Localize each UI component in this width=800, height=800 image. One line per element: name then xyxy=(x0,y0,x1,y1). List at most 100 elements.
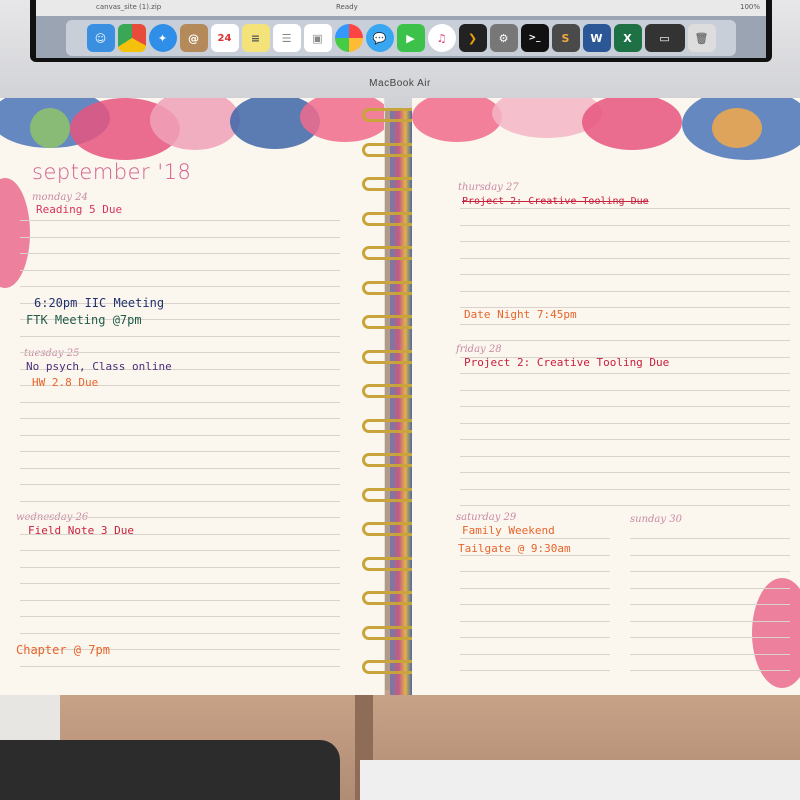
status-text: Ready xyxy=(336,3,358,11)
calendar-date: 24 xyxy=(217,32,232,44)
ruled-line xyxy=(630,620,790,622)
ruled-line xyxy=(460,274,790,275)
chrome-icon[interactable] xyxy=(117,24,146,52)
ruled-line xyxy=(460,290,790,292)
day-heading-thursday: thursday 27 xyxy=(458,182,519,193)
dock: ☺ ✦ @ 24 ≡ ☰ ▣ 💬 ▶ ♫ ❯ ⚙ >_ S W X ▭ 🗑 xyxy=(66,20,736,56)
ruled-line xyxy=(460,637,610,638)
ruled-line xyxy=(20,484,340,485)
ruled-line xyxy=(20,583,340,584)
facetime-icon[interactable]: ▶ xyxy=(396,24,425,52)
ruled-line xyxy=(20,352,340,353)
itunes-icon[interactable]: ♫ xyxy=(427,24,456,52)
reminders-icon[interactable]: ☰ xyxy=(272,24,301,52)
ruled-line xyxy=(20,632,340,634)
contacts-icon[interactable]: @ xyxy=(179,24,208,52)
note-iic-meeting: 6:20pm IIC Meeting xyxy=(34,296,165,310)
note-date-night: Date Night 7:45pm xyxy=(464,308,577,321)
macbook-label: MacBook Air xyxy=(369,78,431,89)
ruled-line xyxy=(630,587,790,589)
ruled-line xyxy=(460,571,610,572)
ruled-line xyxy=(460,538,610,539)
ruled-line xyxy=(630,653,790,655)
ruled-line xyxy=(630,554,790,556)
word-icon[interactable]: W xyxy=(582,24,611,52)
ruled-line xyxy=(630,571,790,572)
note-field-note: Field Note 3 Due xyxy=(28,524,134,537)
day-heading-sunday: sunday 30 xyxy=(630,514,682,525)
ruled-line xyxy=(20,550,340,551)
ruled-line xyxy=(460,373,790,374)
ruled-line xyxy=(460,620,610,622)
ruled-line xyxy=(460,587,610,589)
menu-strip: canvas_site (1).zip Ready 100% xyxy=(36,0,766,16)
ruled-line xyxy=(20,253,340,254)
messages-icon[interactable]: 💬 xyxy=(365,24,394,52)
finder-icon[interactable]: ☺ xyxy=(86,24,115,52)
ruled-line xyxy=(20,517,340,518)
ruled-line xyxy=(460,439,790,440)
ruled-line xyxy=(630,604,790,605)
ruled-line xyxy=(20,401,340,403)
plex-icon[interactable]: ❯ xyxy=(458,24,487,52)
planner-left-page: september '18 monday 24 tuesday 25 wedne… xyxy=(0,98,385,695)
photos-preview-icon[interactable]: ▣ xyxy=(303,24,332,52)
ruled-line xyxy=(460,406,790,407)
ruled-line xyxy=(630,538,790,539)
ruled-line xyxy=(20,269,340,271)
ruled-line xyxy=(460,670,610,671)
planner-spine xyxy=(390,110,412,695)
ruled-line xyxy=(460,340,790,341)
note-project-due: Project 2: Creative Tooling Due xyxy=(464,356,670,369)
ruled-line xyxy=(20,220,340,221)
ruled-line xyxy=(460,505,790,506)
zoom-level[interactable]: 100% xyxy=(740,3,760,11)
ruled-line xyxy=(460,208,790,209)
note-chapter: Chapter @ 7pm xyxy=(16,643,110,657)
photos-icon[interactable] xyxy=(334,24,363,52)
calendar-icon[interactable]: 24 xyxy=(210,24,239,52)
ruled-line xyxy=(460,241,790,242)
ruled-line xyxy=(20,451,340,452)
ruled-line xyxy=(20,236,340,238)
laptop-screen: canvas_site (1).zip Ready 100% ☺ ✦ @ 24 … xyxy=(30,0,772,62)
ruled-line xyxy=(20,467,340,469)
desktop: canvas_site (1).zip Ready 100% ☺ ✦ @ 24 … xyxy=(36,0,766,58)
note-family-weekend: Family Weekend xyxy=(462,524,555,537)
ruled-line xyxy=(20,434,340,436)
month-title: september '18 xyxy=(32,160,192,184)
note-crossed-out: Project 2: Creative Tooling Due xyxy=(462,196,649,207)
planner-right-page: thursday 27 friday 28 saturday 29 sunday… xyxy=(412,98,800,695)
dark-fabric xyxy=(0,740,340,800)
floral-side-left xyxy=(0,178,30,288)
ruled-line xyxy=(460,389,790,391)
system-preferences-icon[interactable]: ⚙ xyxy=(489,24,518,52)
ruled-line xyxy=(460,653,610,655)
ruled-line xyxy=(20,616,340,617)
sublime-icon[interactable]: S xyxy=(551,24,580,52)
ruled-line xyxy=(460,488,790,490)
ruled-line xyxy=(20,566,340,568)
terminal-icon[interactable]: >_ xyxy=(520,24,549,52)
day-heading-monday: monday 24 xyxy=(32,192,88,203)
ruled-line xyxy=(460,455,790,457)
ruled-line xyxy=(460,604,610,605)
note-tailgate: Tailgate @ 9:30am xyxy=(458,542,571,555)
note-ftk-meeting: FTK Meeting @7pm xyxy=(26,313,142,327)
ruled-line xyxy=(630,637,790,638)
ruled-line xyxy=(460,224,790,226)
ruled-line xyxy=(20,286,340,287)
ruled-line xyxy=(20,335,340,337)
safari-icon[interactable]: ✦ xyxy=(148,24,177,52)
note-hw-due: HW 2.8 Due xyxy=(32,376,99,389)
excel-icon[interactable]: X xyxy=(613,24,642,52)
white-fabric xyxy=(360,760,800,800)
trash-icon[interactable]: 🗑 xyxy=(687,24,716,52)
ruled-line xyxy=(460,422,790,424)
download-filename[interactable]: canvas_site (1).zip xyxy=(96,3,161,11)
ruled-line xyxy=(20,599,340,601)
note-no-psych: No psych, Class online xyxy=(26,360,172,373)
ruled-line xyxy=(20,665,340,667)
folder-icon[interactable]: ▭ xyxy=(644,24,685,52)
notes-icon[interactable]: ≡ xyxy=(241,24,270,52)
